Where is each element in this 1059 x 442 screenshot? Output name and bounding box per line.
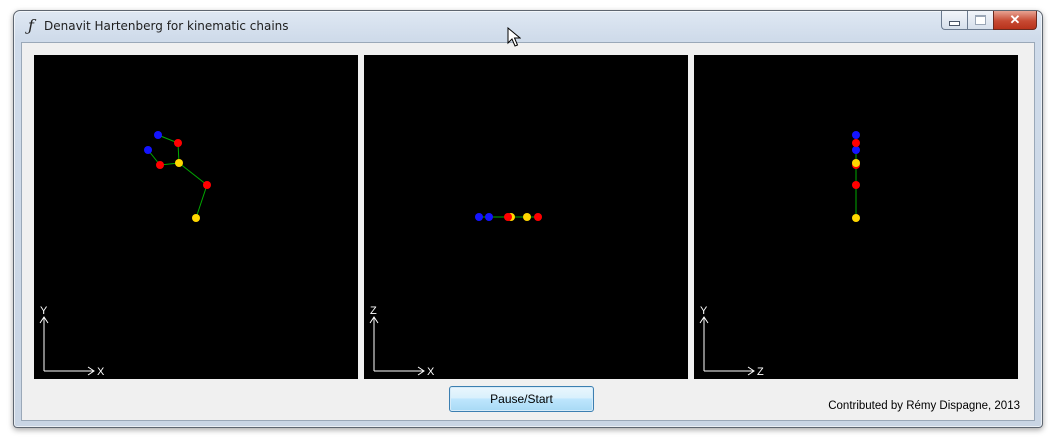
close-icon: ✕ — [1009, 12, 1021, 27]
axis-label-vertical: Z — [370, 305, 377, 317]
chain-links — [147, 134, 208, 219]
app-window: ƒ Denavit Hartenberg for kinematic chain… — [13, 10, 1043, 428]
axis-gizmo — [39, 316, 95, 376]
close-button[interactable]: ✕ — [993, 11, 1037, 30]
window-title: Denavit Hartenberg for kinematic chains — [44, 19, 289, 33]
function-icon[interactable]: ƒ — [23, 17, 39, 35]
credit-label: Contributed by Rémy Dispagne, 2013 — [828, 400, 1020, 412]
link — [178, 162, 208, 186]
view-xy: Y X — [34, 55, 358, 379]
joint-red — [852, 139, 860, 147]
axis-label-vertical: Y — [40, 305, 48, 317]
joint-yellow — [852, 214, 860, 222]
mouse-cursor-icon — [507, 27, 521, 47]
joint-blue — [852, 146, 860, 154]
joint-red — [174, 139, 182, 147]
axis-label-horizontal: X — [97, 366, 105, 378]
joint-blue — [852, 131, 860, 139]
axis-label-horizontal: Z — [757, 366, 764, 378]
joint-blue — [485, 213, 493, 221]
view-xz-canvas: Z X — [369, 213, 542, 378]
joint-blue — [144, 146, 152, 154]
minimize-icon — [949, 20, 960, 26]
joint-red — [534, 213, 542, 221]
client-area: Y X Z X Y Z Pause/Start Contributed by R… — [21, 42, 1035, 421]
joint-red — [203, 181, 211, 189]
pause-start-button[interactable]: Pause/Start — [449, 386, 594, 412]
joint-yellow — [175, 159, 183, 167]
axis-gizmo — [699, 316, 755, 376]
caption-buttons: ✕ — [941, 11, 1037, 31]
joint-red — [852, 181, 860, 189]
view-xz: Z X — [364, 55, 688, 379]
axis-label-horizontal: X — [427, 366, 435, 378]
joint-yellow — [192, 214, 200, 222]
view-xy-canvas: Y X — [39, 131, 211, 378]
joint-markers — [144, 131, 211, 222]
axis-label-vertical: Y — [700, 305, 708, 317]
joint-red — [156, 161, 164, 169]
view-zy-canvas: Y Z — [699, 131, 860, 378]
joint-yellow — [523, 213, 531, 221]
joint-yellow — [852, 159, 860, 167]
title-bar[interactable]: ƒ Denavit Hartenberg for kinematic chain… — [14, 11, 1042, 41]
maximize-icon — [975, 15, 986, 25]
joint-blue — [154, 131, 162, 139]
maximize-button[interactable] — [967, 11, 993, 30]
link — [195, 184, 208, 219]
minimize-button[interactable] — [941, 11, 967, 30]
joint-blue — [475, 213, 483, 221]
axis-gizmo — [369, 316, 425, 376]
joint-red — [504, 213, 512, 221]
view-zy: Y Z — [694, 55, 1018, 379]
